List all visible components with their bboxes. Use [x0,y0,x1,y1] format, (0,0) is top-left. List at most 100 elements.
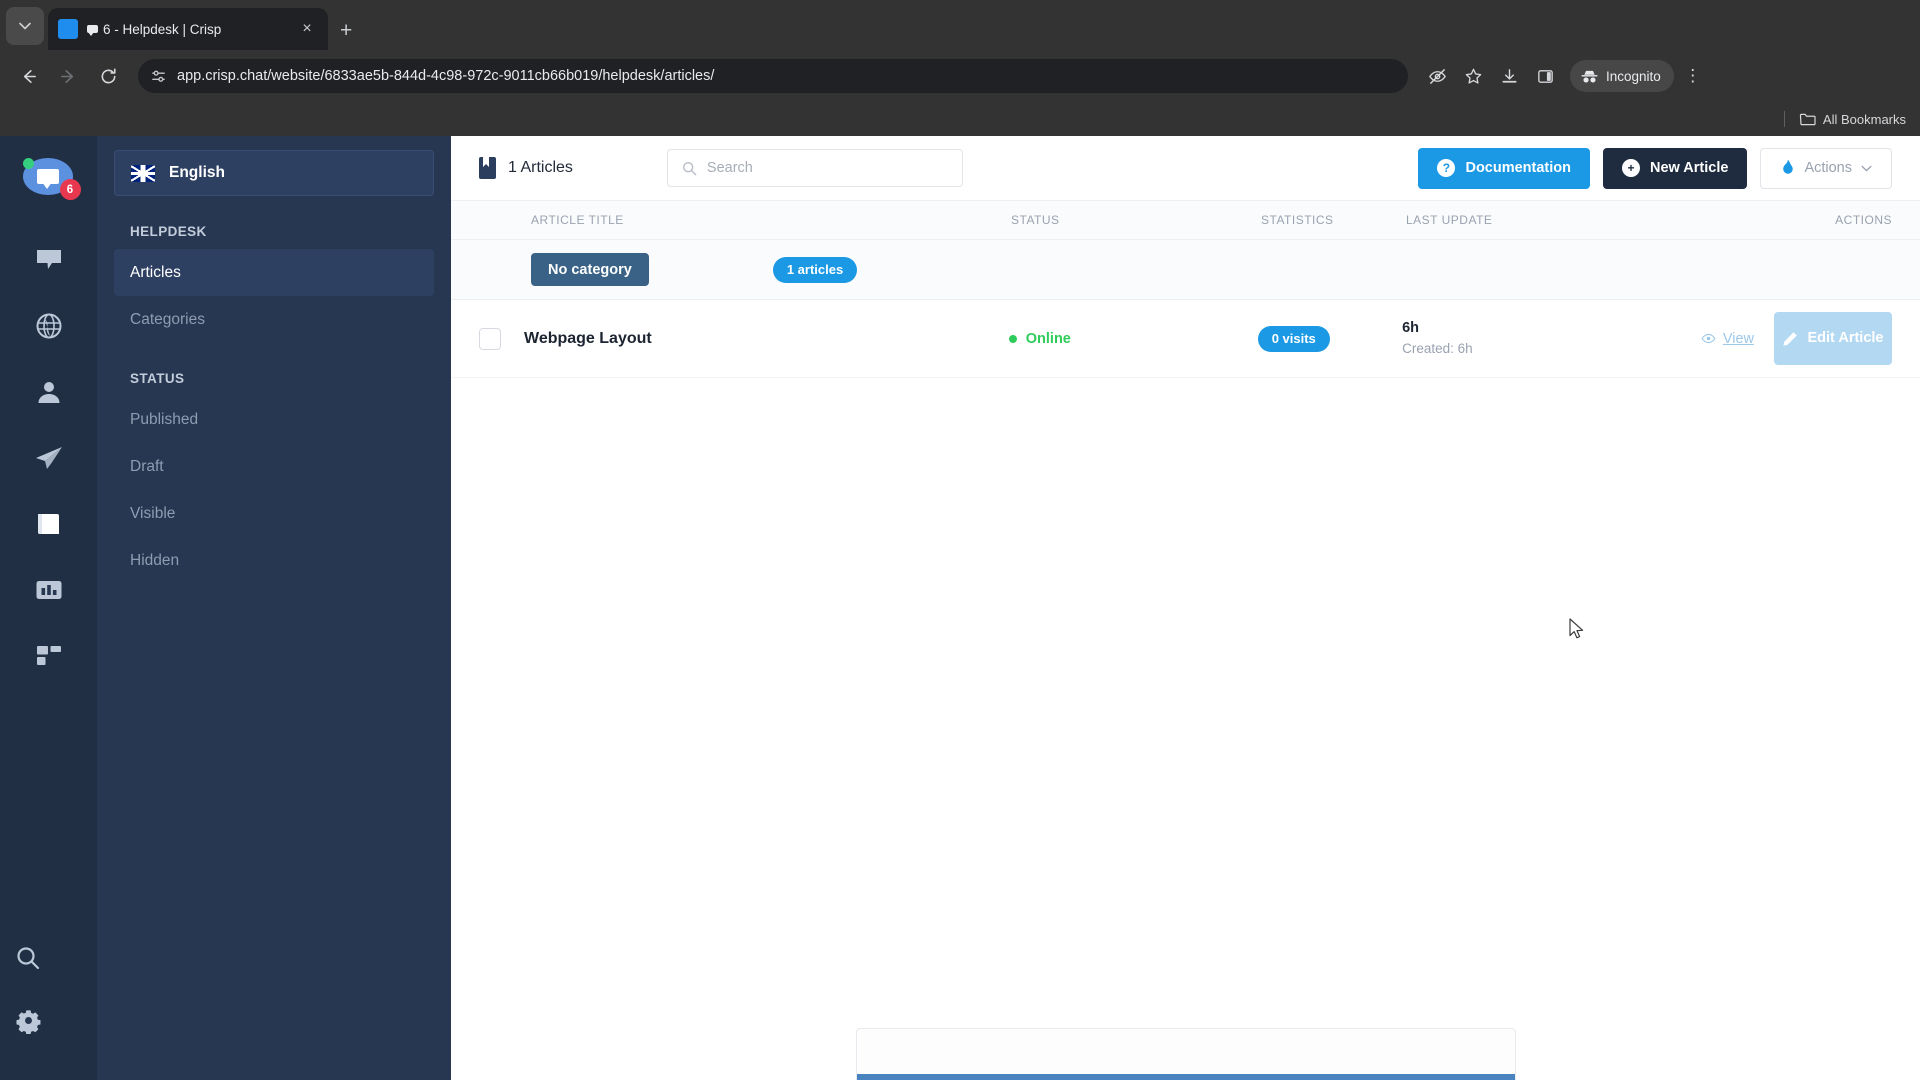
search-icon [682,161,697,175]
url-text: app.crisp.chat/website/6833ae5b-844d-4c9… [177,68,715,84]
language-selector[interactable]: English [114,150,434,196]
article-status-cell: Online [1008,331,1258,347]
bookmark-book-icon [479,157,496,179]
sidebar-item-label: Categories [130,310,205,328]
article-actions-cell: View Edit Article [1701,312,1920,365]
new-article-label: New Article [1650,160,1729,176]
rail-item-settings[interactable] [0,992,56,1048]
download-icon[interactable] [1492,59,1526,93]
rail-item-contacts[interactable] [21,364,77,420]
rail-item-campaigns[interactable] [21,430,77,486]
column-header-title: ARTICLE TITLE [531,213,624,227]
uk-flag-icon [131,164,155,182]
browser-window: 6 - Helpdesk | Crisp × + app.crisp.chat/… [0,0,1920,1080]
toolbar-icon-group: Incognito ⋮ [1420,59,1710,93]
folder-icon [1799,113,1816,125]
sidebar-item-draft[interactable]: Draft [114,443,434,490]
browser-tab[interactable]: 6 - Helpdesk | Crisp × [48,8,328,50]
section-title-helpdesk: HELPDESK [130,224,207,239]
bottom-panel-accent-bar [856,1074,1515,1080]
sidebar-item-hidden[interactable]: Hidden [114,537,434,584]
sidebar-item-label: Draft [130,457,164,475]
rail-item-conversations[interactable] [21,232,77,288]
eye-slash-icon[interactable] [1420,59,1454,93]
bar-chart-icon [36,581,61,599]
pencil-icon [1783,331,1798,346]
helpdesk-sidebar: English HELPDESK Articles Categories STA… [97,136,451,1080]
reload-icon [101,67,116,83]
grid-blocks-icon [36,646,61,665]
forward-button[interactable] [50,58,86,94]
side-panel-icon[interactable] [1528,59,1562,93]
category-article-count: 1 articles [772,256,858,283]
rail-item-website[interactable] [21,298,77,354]
star-icon[interactable] [1456,59,1490,93]
question-circle-icon: ? [1437,159,1456,177]
new-article-button[interactable]: + New Article [1603,147,1748,189]
sidebar-item-label: Visible [130,504,176,522]
sidebar-item-label: Hidden [130,551,180,569]
search-input[interactable]: Search [666,149,963,187]
rail-item-plugins[interactable] [21,628,77,684]
message-bubble-icon [87,25,98,36]
browser-toolbar: app.crisp.chat/website/6833ae5b-844d-4c9… [0,50,1920,102]
documentation-label: Documentation [1465,160,1571,176]
tab-strip: 6 - Helpdesk | Crisp × + [0,0,1920,50]
actions-button[interactable]: Actions [1760,147,1892,189]
rail-item-helpdesk[interactable] [21,496,77,552]
app-icon-rail: 6 [0,136,97,1080]
table-row[interactable]: Webpage Layout Online 0 visits 6h Create… [451,300,1920,378]
address-bar[interactable]: app.crisp.chat/website/6833ae5b-844d-4c9… [138,59,1408,93]
unread-badge: 6 [59,179,81,200]
toolbar-buttons: ? Documentation + New Article Actions [1418,147,1892,189]
language-label: English [169,164,225,181]
reload-button[interactable] [90,58,126,94]
all-bookmarks-button[interactable]: All Bookmarks [1799,112,1906,127]
globe-icon [36,313,61,339]
incognito-indicator[interactable]: Incognito [1570,60,1674,92]
flame-icon [1783,159,1794,174]
new-tab-button[interactable]: + [340,20,352,41]
sidebar-item-label: Published [130,410,199,428]
incognito-icon [1581,70,1598,83]
presence-dot [22,158,34,169]
incognito-label: Incognito [1606,68,1661,84]
gear-icon [15,1009,40,1034]
sidebar-item-articles[interactable]: Articles [114,249,434,296]
view-label: View [1722,330,1754,347]
article-title[interactable]: Webpage Layout [524,330,652,348]
back-arrow-icon [23,69,36,83]
sidebar-item-categories[interactable]: Categories [114,296,434,343]
forward-arrow-icon [60,69,73,83]
documentation-button[interactable]: ? Documentation [1418,147,1590,189]
tab-search-button[interactable] [6,7,44,45]
close-icon[interactable]: × [296,21,318,37]
rail-item-analytics[interactable] [21,562,77,618]
category-group-row[interactable]: No category 1 articles [451,240,1920,300]
sidebar-item-label: Articles [130,263,181,281]
sidebar-item-published[interactable]: Published [114,396,434,443]
sidebar-item-visible[interactable]: Visible [114,490,434,537]
main-content: 1 Articles Search ? Documentation + New … [451,136,1920,1080]
article-title-cell: Webpage Layout [451,327,1009,350]
articles-count: 1 Articles [479,157,573,179]
page-viewport: 6 English HELPDESK Articles Categories S… [0,136,1920,1080]
rail-item-search[interactable] [0,930,56,986]
bottom-panel[interactable] [855,1028,1516,1080]
edit-article-button[interactable]: Edit Article [1774,312,1892,365]
crisp-logo[interactable]: 6 [22,158,81,200]
row-checkbox[interactable] [479,327,501,350]
articles-toolbar: 1 Articles Search ? Documentation + New … [451,136,1920,200]
back-button[interactable] [10,58,46,94]
actions-label: Actions [1804,160,1852,176]
all-bookmarks-label: All Bookmarks [1822,111,1906,127]
chevron-down-icon [19,22,31,30]
visits-badge: 0 visits [1257,325,1330,352]
browser-menu-button[interactable]: ⋮ [1676,59,1710,93]
divider [1783,111,1785,127]
status-dot-icon [1008,334,1017,343]
page-settings-icon[interactable] [150,68,167,85]
article-last-update-cell: 6h Created: 6h [1402,318,1701,360]
view-link[interactable]: View [1701,331,1754,347]
column-header-last-update: LAST UPDATE [1406,213,1493,227]
